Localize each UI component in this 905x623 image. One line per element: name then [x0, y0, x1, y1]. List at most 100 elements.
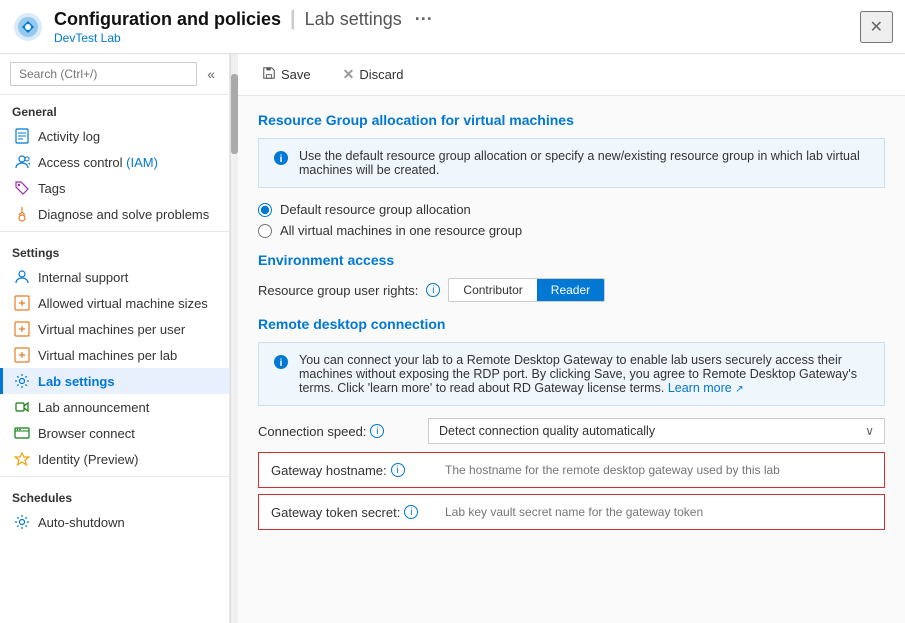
radio-all-vms-input[interactable]: [258, 224, 272, 238]
sidebar-item-vms-per-lab[interactable]: Virtual machines per lab: [0, 342, 229, 368]
learn-more-label[interactable]: Learn more: [668, 381, 732, 395]
identity-icon: [14, 451, 30, 467]
discard-label: Discard: [359, 67, 403, 82]
sidebar-label-diagnose: Diagnose and solve problems: [38, 207, 209, 222]
resource-group-info-box: i Use the default resource group allocat…: [258, 138, 885, 188]
env-access-row: Resource group user rights: i Contributo…: [258, 278, 885, 302]
gateway-token-info-icon[interactable]: i: [404, 505, 418, 519]
radio-default-rg-input[interactable]: [258, 203, 272, 217]
radio-default-rg-label: Default resource group allocation: [280, 202, 471, 217]
resource-group-heading: Resource Group allocation for virtual ma…: [258, 112, 885, 128]
sidebar-item-tags[interactable]: Tags: [0, 175, 229, 201]
connection-speed-label: Connection speed: i: [258, 424, 418, 439]
main-container: « General Activity log Access control (I…: [0, 54, 905, 623]
svg-text:i: i: [280, 358, 283, 369]
toggle-reader[interactable]: Reader: [537, 279, 604, 301]
sidebar-divider-1: [0, 231, 229, 232]
save-label: Save: [281, 67, 311, 82]
sidebar-scroll-thumb[interactable]: [231, 74, 238, 154]
internal-support-icon: [14, 269, 30, 285]
content-body: Resource Group allocation for virtual ma…: [238, 96, 905, 623]
gateway-hostname-info-icon[interactable]: i: [391, 463, 405, 477]
radio-group-resource: Default resource group allocation All vi…: [258, 202, 885, 238]
external-link-icon: ↗: [735, 384, 743, 395]
resource-group-info-text: Use the default resource group allocatio…: [299, 149, 870, 177]
sidebar-label-tags: Tags: [38, 181, 65, 196]
sidebar-label-vms-per-lab: Virtual machines per lab: [38, 348, 177, 363]
connection-speed-info-icon[interactable]: i: [370, 424, 384, 438]
sidebar-label-identity: Identity (Preview): [38, 452, 138, 467]
connection-speed-dropdown[interactable]: Detect connection quality automatically …: [428, 418, 885, 444]
sidebar-label-auto-shutdown: Auto-shutdown: [38, 515, 125, 530]
sidebar-item-allowed-vm-sizes[interactable]: Allowed virtual machine sizes: [0, 290, 229, 316]
sidebar-item-browser-connect[interactable]: Browser connect: [0, 420, 229, 446]
resource-group-user-rights-label: Resource group user rights:: [258, 283, 418, 298]
sidebar-item-identity[interactable]: Identity (Preview): [0, 446, 229, 472]
search-input[interactable]: [10, 62, 197, 86]
title-more-icon[interactable]: ···: [415, 9, 433, 29]
sidebar-collapse-button[interactable]: «: [203, 64, 219, 84]
sidebar-label-internal-support: Internal support: [38, 270, 128, 285]
gateway-hostname-label: Gateway hostname: i: [271, 463, 431, 478]
env-access-heading: Environment access: [258, 252, 885, 268]
sidebar-item-activity-log[interactable]: Activity log: [0, 123, 229, 149]
lab-announcement-icon: [14, 399, 30, 415]
sidebar-label-lab-settings: Lab settings: [38, 374, 115, 389]
sidebar-label-access-control: Access control (IAM): [38, 155, 158, 170]
sidebar-section-settings: Settings: [0, 236, 229, 264]
radio-all-vms-label: All virtual machines in one resource gro…: [280, 223, 522, 238]
sidebar-item-lab-announcement[interactable]: Lab announcement: [0, 394, 229, 420]
environment-access-section: Environment access Resource group user r…: [258, 252, 885, 302]
toolbar: Save ✕ Discard: [238, 54, 905, 96]
sidebar-search-area: «: [0, 54, 229, 95]
lab-settings-icon: [14, 373, 30, 389]
save-button[interactable]: Save: [254, 62, 319, 87]
connection-speed-value: Detect connection quality automatically: [439, 424, 655, 438]
title-bar: Configuration and policies | Lab setting…: [0, 0, 905, 54]
sidebar-label-vms-per-user: Virtual machines per user: [38, 322, 185, 337]
vms-per-user-icon: [14, 321, 30, 337]
sidebar-item-diagnose[interactable]: Diagnose and solve problems: [0, 201, 229, 227]
sidebar-scrollbar: [230, 54, 238, 623]
remote-desktop-section: Remote desktop connection i You can conn…: [258, 316, 885, 530]
sidebar-label-browser-connect: Browser connect: [38, 426, 135, 441]
page-title: Configuration and policies | Lab setting…: [54, 8, 433, 31]
gateway-token-input[interactable]: [441, 503, 872, 521]
activity-log-icon: [14, 128, 30, 144]
app-icon: [12, 11, 44, 43]
chevron-down-icon: ∨: [865, 424, 874, 438]
sidebar-section-general: General: [0, 95, 229, 123]
sidebar-section-schedules: Schedules: [0, 481, 229, 509]
toggle-contributor[interactable]: Contributor: [449, 279, 536, 301]
sidebar-label-lab-announcement: Lab announcement: [38, 400, 149, 415]
vms-per-lab-icon: [14, 347, 30, 363]
gateway-token-label: Gateway token secret: i: [271, 505, 431, 520]
sidebar-item-auto-shutdown[interactable]: Auto-shutdown: [0, 509, 229, 535]
access-control-icon: [14, 154, 30, 170]
sidebar-item-internal-support[interactable]: Internal support: [0, 264, 229, 290]
connection-speed-row: Connection speed: i Detect connection qu…: [258, 418, 885, 444]
radio-all-vms[interactable]: All virtual machines in one resource gro…: [258, 223, 885, 238]
content-area: Save ✕ Discard Resource Group allocation…: [238, 54, 905, 623]
toggle-group-access: Contributor Reader: [448, 278, 605, 302]
tags-icon: [14, 180, 30, 196]
gateway-hostname-field-row: Gateway hostname: i: [258, 452, 885, 488]
allowed-vm-sizes-icon: [14, 295, 30, 311]
title-text: Configuration and policies | Lab setting…: [54, 8, 433, 45]
discard-button[interactable]: ✕ Discard: [335, 62, 412, 87]
remote-desktop-heading: Remote desktop connection: [258, 316, 885, 332]
app-subtitle: DevTest Lab: [54, 31, 433, 45]
svg-text:i: i: [280, 154, 283, 165]
sidebar-item-access-control[interactable]: Access control (IAM): [0, 149, 229, 175]
browser-connect-icon: [14, 425, 30, 441]
gateway-hostname-input[interactable]: [441, 461, 872, 479]
remote-desktop-info-box: i You can connect your lab to a Remote D…: [258, 342, 885, 406]
sidebar-label-activity-log: Activity log: [38, 129, 100, 144]
sidebar-item-vms-per-user[interactable]: Virtual machines per user: [0, 316, 229, 342]
sidebar-item-lab-settings[interactable]: Lab settings: [0, 368, 229, 394]
info-icon-remote: i: [273, 354, 289, 375]
radio-default-rg[interactable]: Default resource group allocation: [258, 202, 885, 217]
resource-user-rights-info-icon[interactable]: i: [426, 283, 440, 297]
close-button[interactable]: ✕: [860, 11, 893, 43]
sidebar: « General Activity log Access control (I…: [0, 54, 230, 623]
